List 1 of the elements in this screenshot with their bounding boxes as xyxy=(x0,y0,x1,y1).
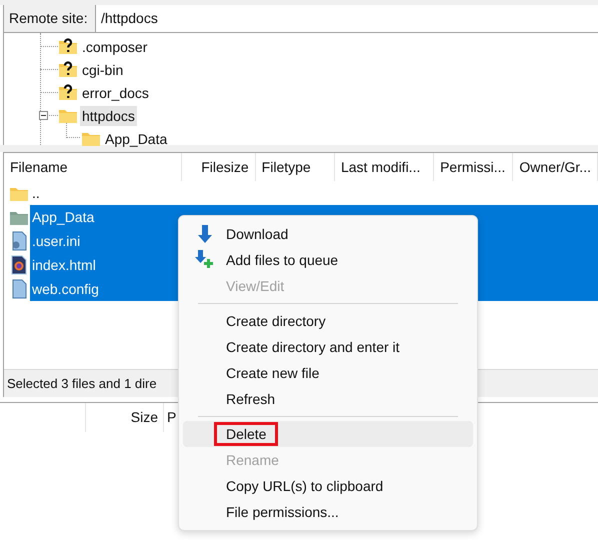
remote-site-label: Remote site: xyxy=(4,5,96,33)
